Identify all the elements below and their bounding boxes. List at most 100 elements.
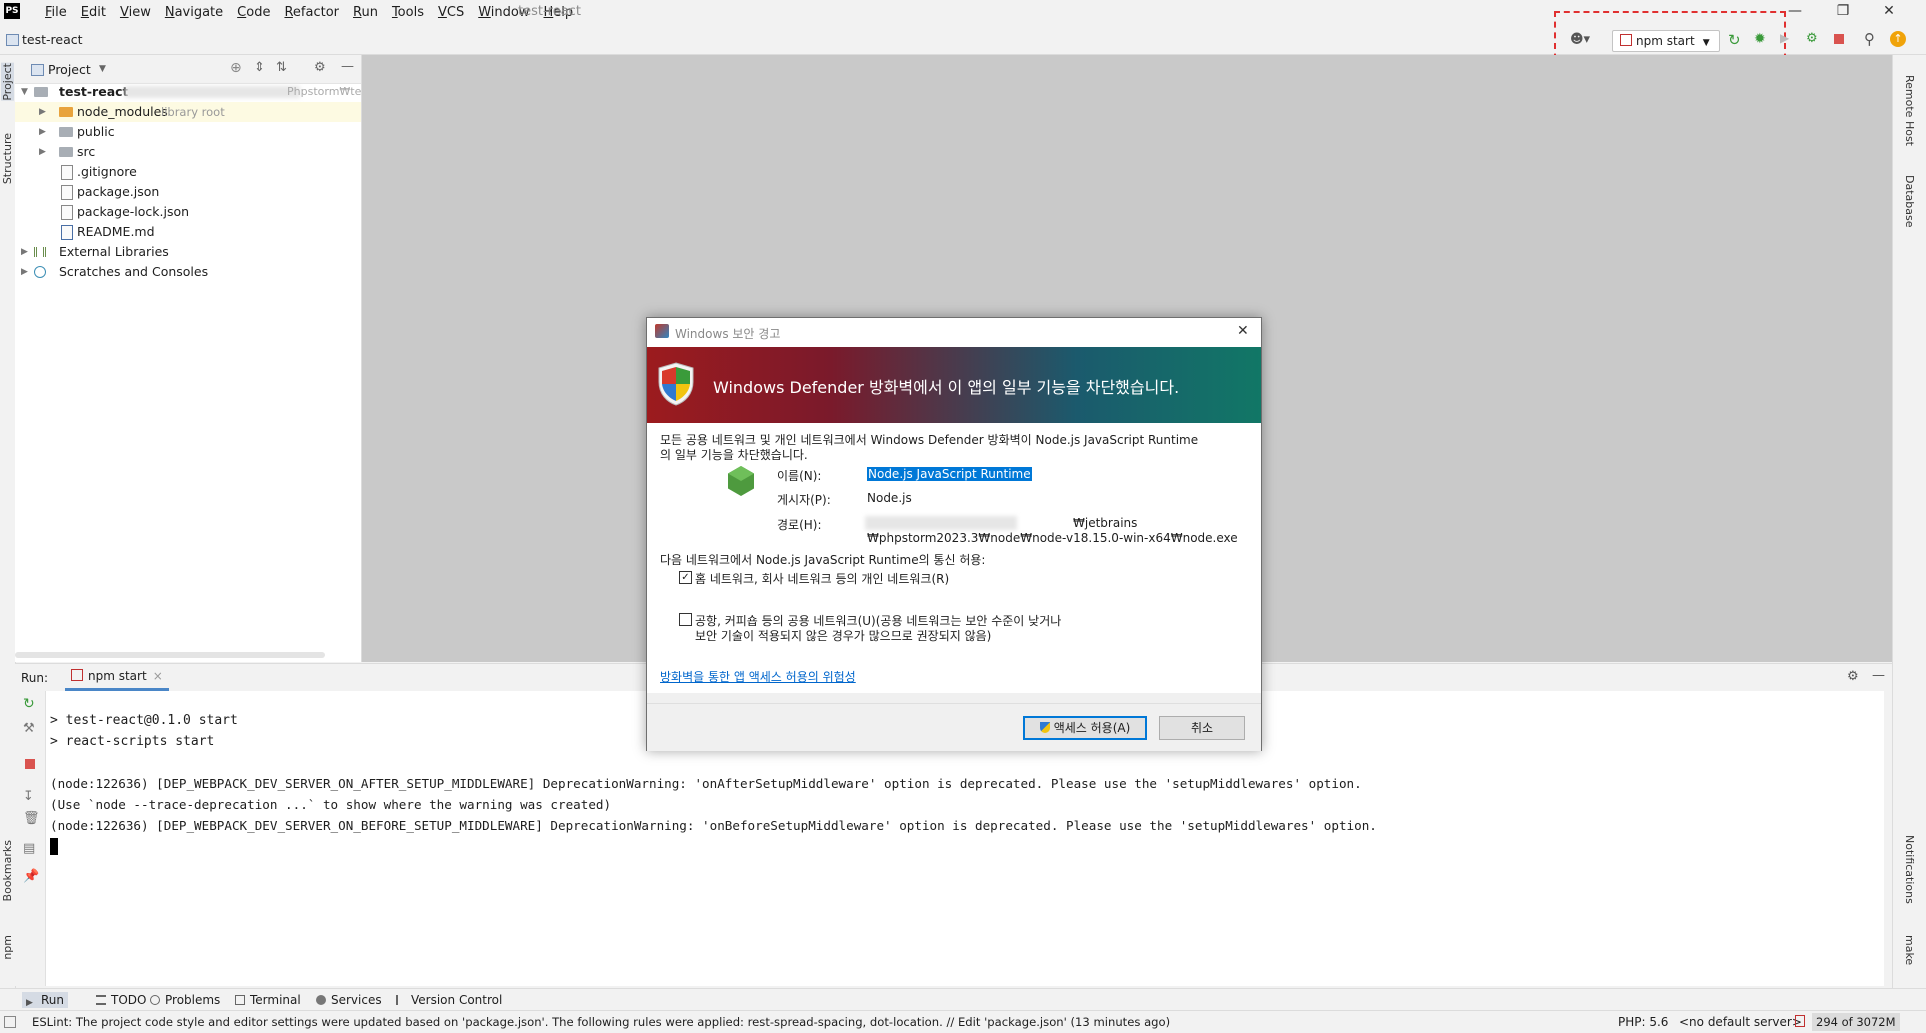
tool-tab-notifications[interactable]: Notifications [1903, 835, 1916, 904]
tool-tab-services[interactable]: Services [316, 992, 382, 1008]
memory-indicator[interactable]: 294 of 3072M [1812, 1013, 1900, 1031]
list-icon [96, 995, 106, 1005]
menu-navigate[interactable]: Navigate [158, 5, 230, 20]
project-view-label[interactable]: Project [48, 62, 91, 77]
tree-root[interactable]: ▼ test-react Phpstorm₩tes [15, 82, 367, 102]
rerun-icon[interactable]: ↻ [23, 696, 35, 712]
search-icon[interactable]: ⚲ [1864, 30, 1875, 48]
tool-tab-terminal[interactable]: Terminal [235, 992, 301, 1008]
terminal-icon [235, 995, 245, 1005]
menu-edit[interactable]: Edit [74, 5, 113, 20]
right-tool-stripe: Remote Host Database Notifications make [1892, 55, 1926, 995]
tree-item-package-json[interactable]: package.json [15, 182, 361, 202]
breadcrumb[interactable]: test-react [22, 32, 83, 47]
private-network-label[interactable]: 홈 네트워크, 회사 네트워크 등의 개인 네트워크(R) [695, 570, 949, 587]
folder-icon [59, 147, 73, 157]
layout-icon[interactable]: ▤ [23, 841, 35, 856]
tool-tab-project[interactable]: Project [1, 63, 14, 101]
run-tab-npm-start[interactable]: npm start × [65, 664, 169, 691]
menu-view[interactable]: View [113, 5, 158, 20]
chevron-down-icon[interactable]: ▼ [99, 64, 106, 74]
expand-all-icon[interactable]: ⇕ [254, 60, 265, 75]
private-network-checkbox[interactable]: ✓ [679, 571, 692, 584]
tree-item-scratches[interactable]: ▶ Scratches and Consoles [15, 262, 361, 282]
horizontal-scrollbar[interactable] [15, 652, 325, 658]
chevron-right-icon: ▶ [39, 107, 46, 117]
run-configuration-select[interactable]: npm start ▼ [1612, 30, 1720, 52]
collapse-all-icon[interactable]: ⇅ [276, 60, 287, 75]
hide-icon[interactable]: — [1872, 668, 1885, 683]
allow-access-button[interactable]: 액세스 허용(A) [1023, 716, 1147, 740]
menu-vcs[interactable]: VCS [431, 5, 471, 20]
menu-code[interactable]: Code [230, 5, 277, 20]
scroll-to-end-icon[interactable]: ↧ [23, 789, 34, 804]
console-line: > test-react@0.1.0 start [50, 713, 238, 728]
tool-tab-version-control[interactable]: Version Control [396, 992, 502, 1008]
wrench-icon[interactable]: ⚒ [23, 721, 35, 736]
lock-icon[interactable] [1795, 1015, 1805, 1027]
tool-tab-database[interactable]: Database [1903, 175, 1916, 228]
tree-item-gitignore[interactable]: .gitignore [15, 162, 361, 182]
firewall-risk-link[interactable]: 방화벽을 통한 앱 액세스 허용의 위험성 [660, 668, 856, 685]
locate-icon[interactable]: ⊕ [230, 60, 242, 76]
tool-tab-label: Version Control [411, 993, 503, 1007]
folder-icon [34, 87, 48, 97]
tool-tab-structure[interactable]: Structure [1, 133, 14, 184]
tree-item-package-lock-json[interactable]: package-lock.json [15, 202, 361, 222]
menu-refactor[interactable]: Refactor [277, 5, 346, 20]
cancel-button[interactable]: 취소 [1159, 716, 1245, 740]
menu-run[interactable]: Run [346, 5, 385, 20]
status-bar: ESLint: The project code style and edito… [0, 1010, 1926, 1033]
update-icon[interactable]: ↑ [1890, 31, 1906, 47]
tool-tab-make[interactable]: make [1903, 935, 1916, 965]
tool-tab-run[interactable]: ▶ Run [22, 992, 69, 1008]
tool-tab-todo[interactable]: TODO [96, 992, 146, 1008]
tool-tab-npm[interactable]: npm [1, 935, 14, 960]
stop-icon[interactable] [1834, 34, 1844, 44]
gear-icon[interactable]: ⚙ [1847, 669, 1859, 684]
user-icon[interactable]: ☻▾ [1570, 32, 1590, 47]
status-message[interactable]: ESLint: The project code style and edito… [32, 1011, 1170, 1033]
pin-icon[interactable]: 📌 [23, 869, 39, 884]
menu-file[interactable]: File [38, 5, 74, 20]
rerun-icon[interactable]: ↻ [1728, 31, 1741, 49]
run-icon[interactable]: ▶ [1780, 31, 1789, 45]
file-icon [61, 165, 73, 180]
publisher-label: 게시자(P): [777, 493, 831, 507]
tree-item-src[interactable]: ▶ src [15, 142, 361, 162]
library-icon [34, 247, 46, 257]
php-version[interactable]: PHP: 5.6 [1618, 1011, 1668, 1033]
firewall-icon [655, 324, 669, 338]
tree-item-node-modules[interactable]: ▶ node_modules library root [15, 102, 361, 122]
status-toggle-icon[interactable] [4, 1016, 16, 1028]
chevron-down-icon: ▼ [21, 87, 28, 97]
debug-icon[interactable]: ✹ [1754, 31, 1766, 47]
folder-icon [59, 127, 73, 137]
library-root-note: library root [161, 105, 225, 119]
tool-tab-problems[interactable]: Problems [150, 992, 220, 1008]
close-icon[interactable]: ✕ [1237, 323, 1249, 339]
trash-icon[interactable]: 🗑 [23, 811, 40, 826]
restore-button[interactable]: ❐ [1820, 0, 1866, 24]
tool-tab-remote-host[interactable]: Remote Host [1903, 75, 1916, 146]
menu-tools[interactable]: Tools [385, 5, 431, 20]
allow-access-label: 액세스 허용(A) [1053, 721, 1131, 735]
left-tool-stripe: Project Structure Bookmarks npm [0, 55, 16, 995]
stop-icon[interactable] [25, 759, 35, 769]
project-view-icon [31, 64, 44, 76]
services-icon [316, 995, 326, 1005]
name-label: 이름(N): [777, 469, 822, 483]
tool-tab-label: Problems [165, 993, 221, 1007]
tree-item-readme[interactable]: README.md [15, 222, 361, 242]
tree-item-external-libraries[interactable]: ▶ External Libraries [15, 242, 361, 262]
public-network-checkbox[interactable] [679, 613, 692, 626]
tree-item-public[interactable]: ▶ public [15, 122, 361, 142]
default-server[interactable]: <no default server> [1679, 1011, 1802, 1033]
close-window-button[interactable]: ✕ [1866, 0, 1912, 24]
close-icon[interactable]: × [153, 669, 163, 683]
gear-icon[interactable]: ⚙ [314, 60, 326, 75]
tool-tab-bookmarks[interactable]: Bookmarks [1, 840, 14, 901]
attach-icon[interactable]: ⚙ [1806, 31, 1818, 46]
hide-icon[interactable]: — [341, 59, 354, 74]
dialog-title: Windows 보안 경고 [675, 327, 781, 341]
